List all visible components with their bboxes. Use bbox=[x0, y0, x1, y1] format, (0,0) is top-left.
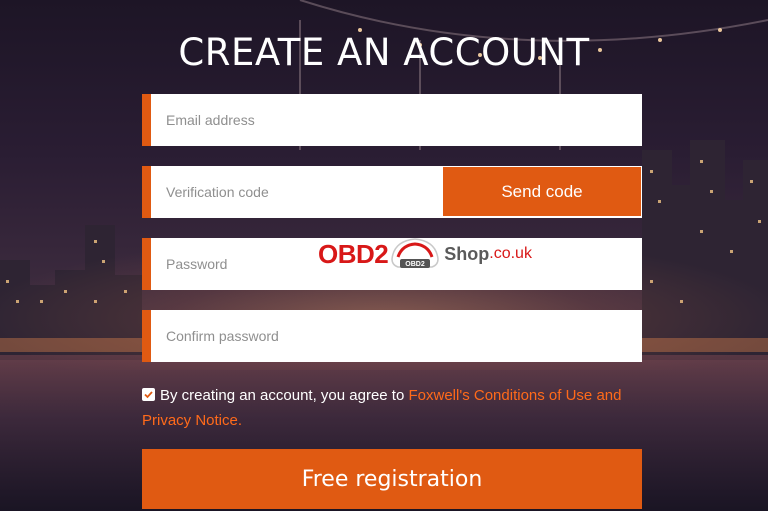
page-title: CREATE AN ACCOUNT bbox=[178, 30, 590, 74]
signup-page: CREATE AN ACCOUNT Send code By creating … bbox=[0, 0, 768, 511]
verification-code-input[interactable] bbox=[166, 166, 436, 218]
agree-text: By creating an account, you agree to bbox=[160, 387, 409, 404]
agree-checkbox[interactable] bbox=[142, 388, 155, 401]
confirm-password-input[interactable] bbox=[166, 310, 626, 362]
email-input[interactable] bbox=[166, 94, 626, 146]
terms-agreement: By creating an account, you agree to Fox… bbox=[142, 383, 642, 433]
send-code-button[interactable]: Send code bbox=[443, 167, 641, 216]
password-field bbox=[142, 238, 642, 290]
email-field bbox=[142, 94, 642, 146]
free-registration-button[interactable]: Free registration bbox=[142, 449, 642, 509]
confirm-password-field bbox=[142, 310, 642, 362]
checkmark-icon bbox=[144, 391, 153, 399]
password-input[interactable] bbox=[166, 238, 626, 290]
